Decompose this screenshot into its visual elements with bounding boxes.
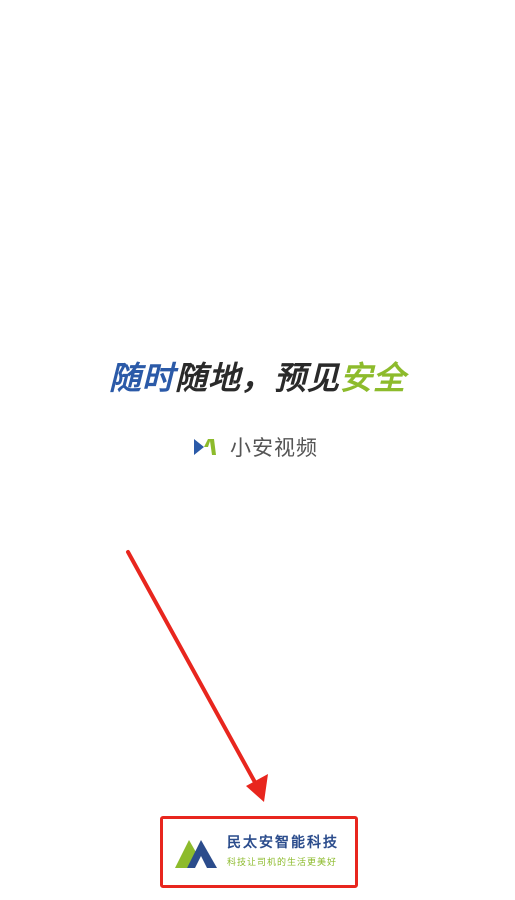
company-text: 民太安智能科技 科技让司机的生活更美好 <box>227 834 339 870</box>
company-tagline: 科技让司机的生活更美好 <box>227 858 338 868</box>
xiaoan-logo-icon <box>194 439 216 455</box>
app-brand: 小安视频 <box>192 432 318 462</box>
slogan-part-1: 随时 <box>108 359 175 397</box>
company-name: 民太安智能科技 <box>227 835 339 851</box>
company-brand-box: 民太安智能科技 科技让司机的生活更美好 <box>160 816 358 888</box>
slogan: 随时随地，预见安全 <box>0 358 515 398</box>
slogan-part-2: 随地，预见 <box>174 359 340 397</box>
splash-screen: 随时随地，预见安全 小安视频 民太安智能科技 科技让司机的生活更美好 <box>0 0 515 900</box>
slogan-part-3: 安全 <box>340 359 407 397</box>
app-name: 小安视频 <box>230 436 318 460</box>
mintaian-logo-icon <box>175 840 217 868</box>
